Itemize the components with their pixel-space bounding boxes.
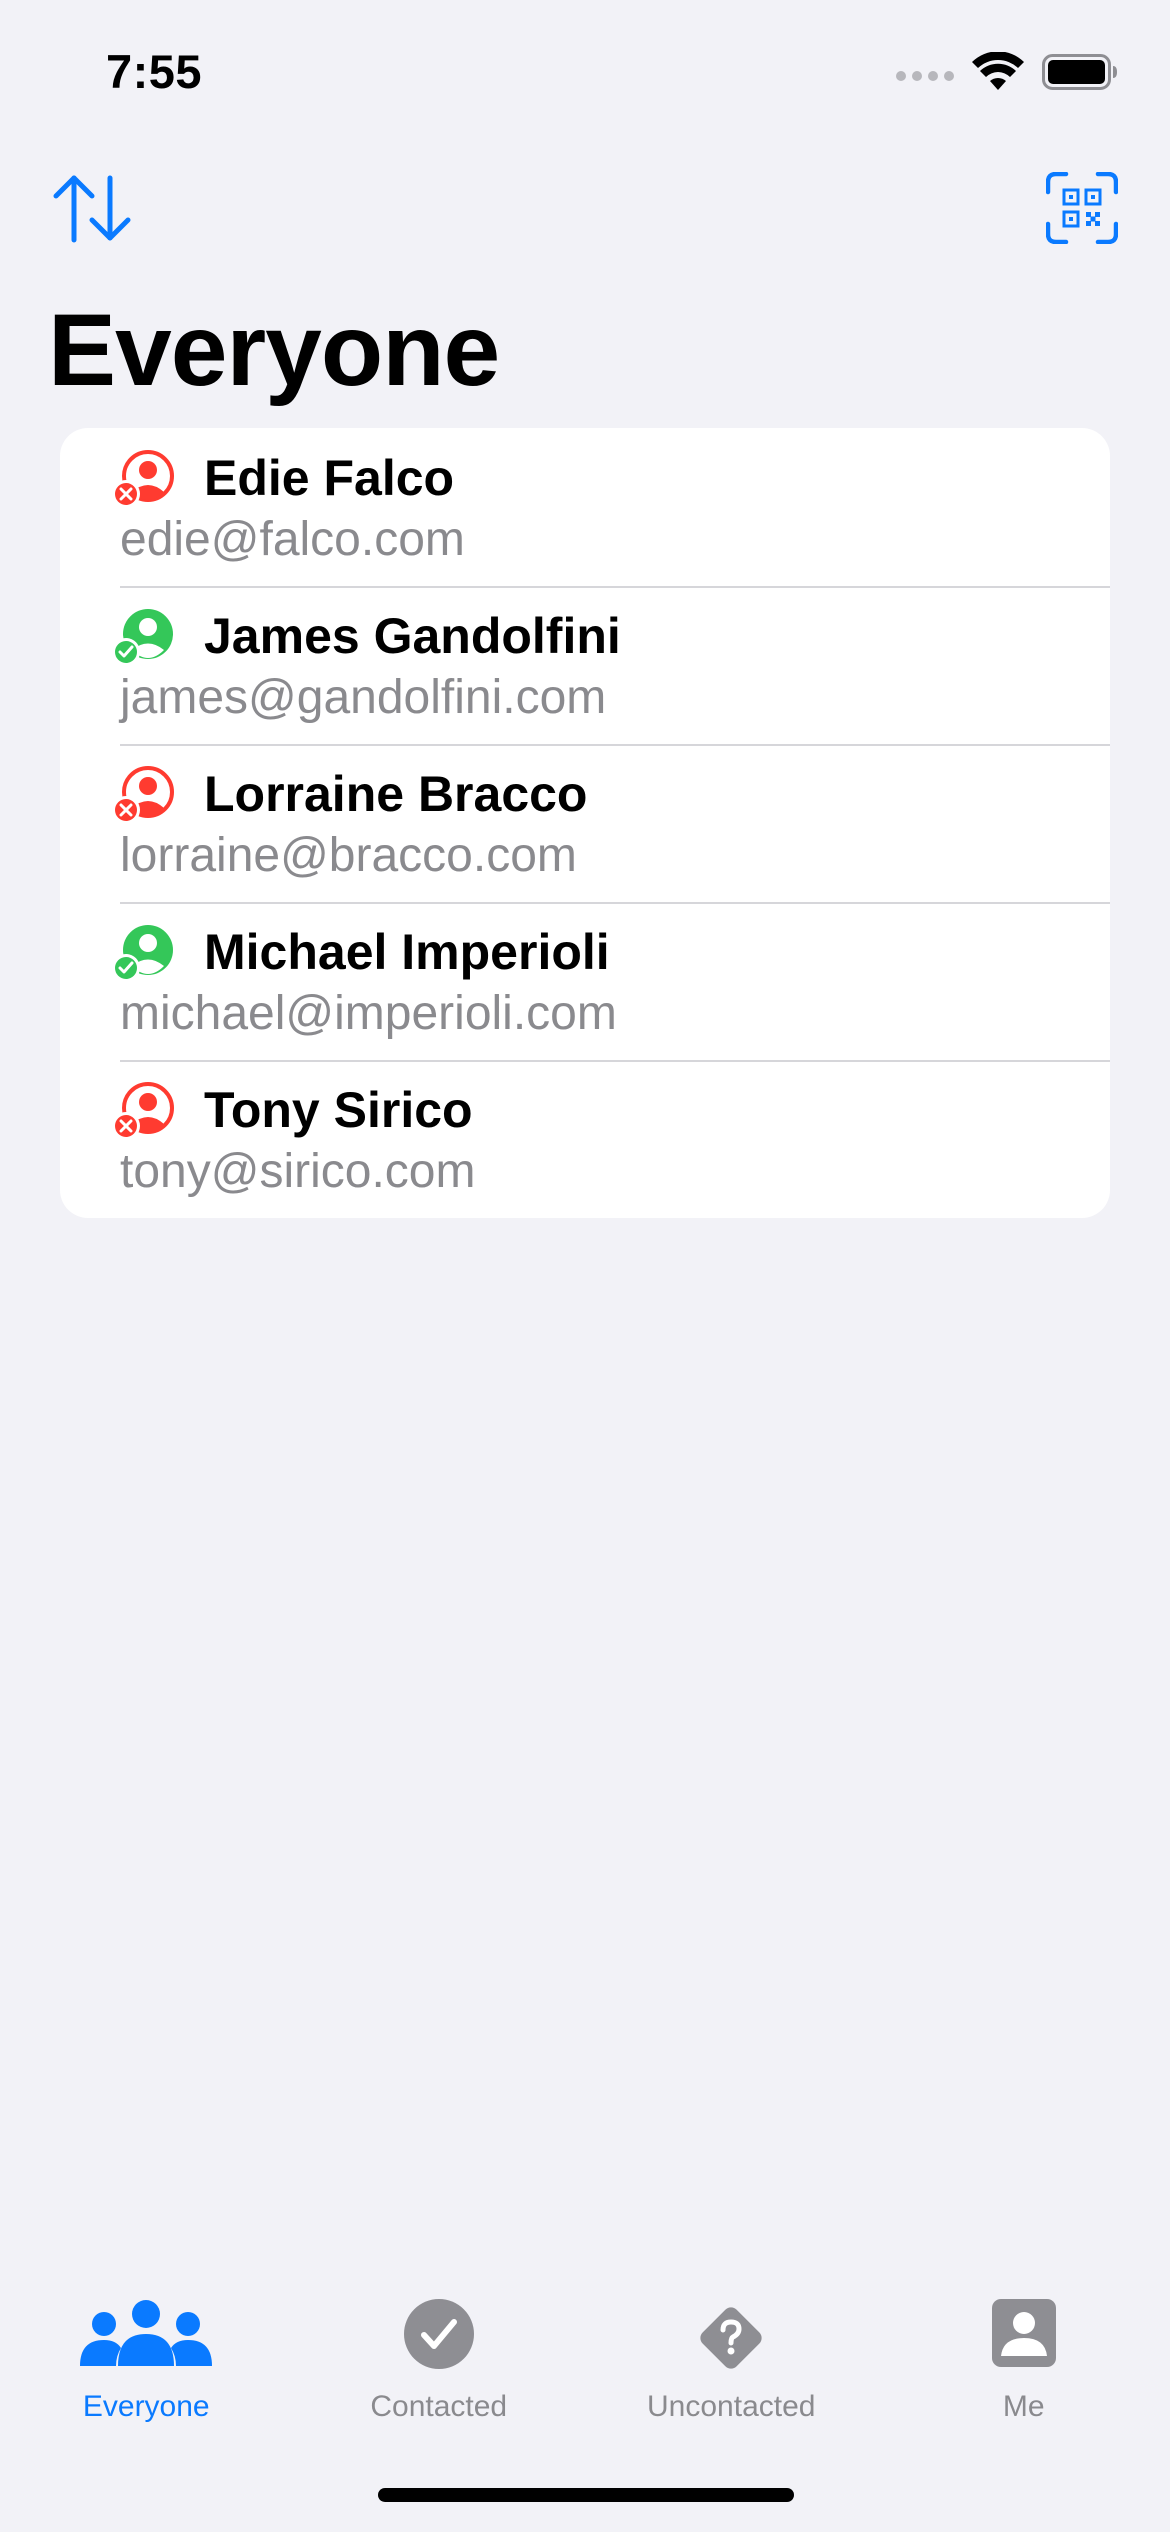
tab-bar: Everyone Contacted Uncontacted Me [0, 2280, 1170, 2450]
sort-arrows-icon [53, 175, 131, 243]
page-title: Everyone [48, 293, 500, 407]
sort-button[interactable] [52, 172, 132, 244]
status-bar: 7:55 [0, 0, 1170, 150]
qr-scan-button[interactable] [1045, 171, 1119, 245]
contact-name: Lorraine Bracco [204, 766, 588, 822]
person-xmark-icon [112, 1082, 174, 1140]
qr-code-scan-icon [1045, 171, 1119, 245]
person-checkmark-icon [112, 609, 173, 666]
contact-email: edie@falco.com [120, 513, 465, 566]
contact-email: tony@sirico.com [120, 1145, 476, 1198]
tab-me[interactable]: Me [878, 2280, 1170, 2450]
home-indicator[interactable] [378, 2488, 794, 2502]
status-indicators [896, 52, 1118, 92]
tab-label: Uncontacted [647, 2390, 816, 2423]
list-item[interactable]: James Gandolfini james@gandolfini.com [60, 586, 1110, 744]
questionmark-diamond-icon [700, 2307, 762, 2369]
person-checkmark-icon [112, 925, 173, 982]
cellular-dots-icon [896, 71, 954, 81]
list-item[interactable]: Lorraine Bracco lorraine@bracco.com [60, 744, 1110, 902]
contact-email: lorraine@bracco.com [120, 829, 577, 882]
tab-contacted[interactable]: Contacted [293, 2280, 586, 2450]
list-item[interactable]: Michael Imperioli michael@imperioli.com [60, 902, 1110, 1060]
battery-full-icon [1042, 54, 1117, 90]
contacts-list: Edie Falco edie@falco.com James Gandolfi… [60, 428, 1110, 1218]
list-item[interactable]: Edie Falco edie@falco.com [60, 428, 1110, 586]
wifi-icon [972, 52, 1024, 90]
contact-email: michael@imperioli.com [120, 987, 617, 1040]
contact-email: james@gandolfini.com [120, 671, 607, 724]
tab-everyone[interactable]: Everyone [0, 2280, 293, 2450]
contact-name: James Gandolfini [204, 608, 621, 664]
tab-label: Everyone [82, 2390, 210, 2423]
contact-name: Michael Imperioli [204, 924, 610, 980]
contact-name: Edie Falco [204, 450, 455, 506]
tab-label: Contacted [370, 2390, 508, 2423]
person-xmark-icon [112, 450, 174, 508]
people-group-icon [80, 2300, 213, 2366]
checkmark-circle-icon [403, 2299, 474, 2369]
person-square-icon [991, 2299, 1056, 2367]
tab-label: Me [1002, 2390, 1045, 2423]
tab-uncontacted[interactable]: Uncontacted [585, 2280, 878, 2450]
person-xmark-icon [112, 766, 174, 824]
list-item[interactable]: Tony Sirico tony@sirico.com [60, 1060, 1110, 1218]
contact-name: Tony Sirico [204, 1082, 473, 1138]
status-time: 7:55 [106, 45, 203, 98]
